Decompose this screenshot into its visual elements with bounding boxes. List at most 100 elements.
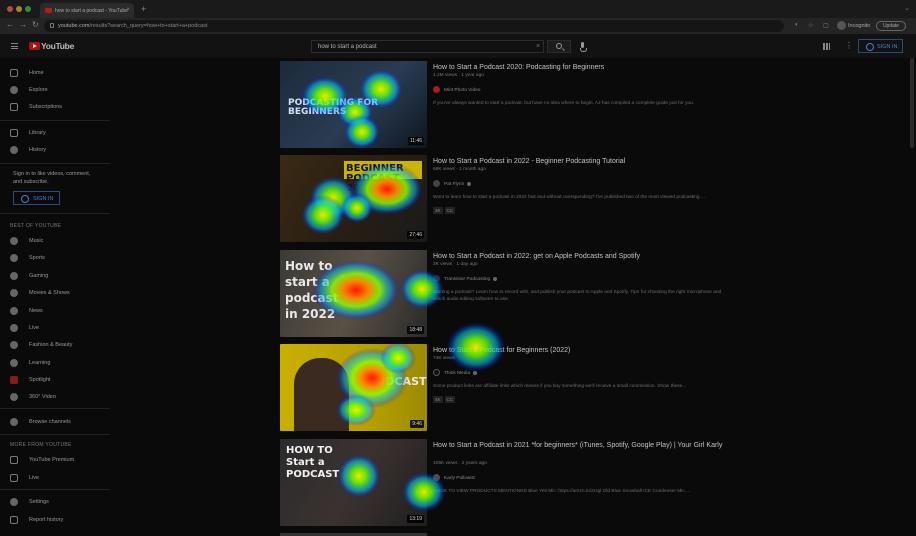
- search-input[interactable]: how to start a podcast: [311, 40, 544, 53]
- channel-link[interactable]: Pat Flynn: [433, 180, 472, 188]
- menu-icon[interactable]: [11, 43, 18, 49]
- update-button[interactable]: Update: [876, 21, 906, 31]
- sidebar-item-news[interactable]: News: [0, 304, 110, 318]
- sidebar-item-sports[interactable]: Sports: [0, 251, 110, 265]
- sidebar-item-label: Sports: [29, 255, 45, 261]
- sidebar-item-label: Learning: [29, 360, 51, 366]
- more-options-icon[interactable]: ⋮: [845, 41, 853, 50]
- library-icon: [10, 129, 18, 137]
- divider: [0, 120, 110, 121]
- video-title[interactable]: How to Start a Podcast for Beginners (20…: [433, 346, 733, 356]
- sidebar-item-report-history[interactable]: Report history: [0, 513, 110, 527]
- home-icon: [10, 69, 18, 77]
- sidebar-item-label: Movies & Shows: [29, 290, 70, 296]
- section-heading-best: BEST OF YOUTUBE: [10, 223, 62, 229]
- sidebar-item-label: Subscriptions: [29, 104, 63, 110]
- microphone-icon[interactable]: [580, 42, 587, 52]
- sign-in-prompt: Sign in to like videos, comment, and sub…: [13, 171, 91, 185]
- sidebar-item-label: Live: [29, 475, 40, 481]
- video-title[interactable]: How to Start a Podcast in 2022: get on A…: [433, 252, 733, 262]
- video-thumbnail[interactable]: HOW TO Start a PODCAST 13:19: [280, 439, 427, 526]
- youtube-logo-text[interactable]: YouTube: [41, 41, 74, 51]
- sidebar-item-premium[interactable]: YouTube Premium: [0, 453, 110, 467]
- browser-tab[interactable]: how to start a podcast - YouTube ×: [40, 3, 134, 18]
- 360-video-icon: [10, 393, 18, 401]
- tab-close-icon[interactable]: ×: [126, 7, 130, 13]
- channel-name: Transistor Podcasting: [444, 276, 491, 282]
- sidebar-item-360-video[interactable]: 360° Video: [0, 390, 110, 404]
- sidebar-item-subscriptions[interactable]: Subscriptions: [0, 100, 110, 114]
- sidebar-item-label: Settings: [29, 499, 49, 505]
- result-item[interactable]: PODCAST 9:46 How to Start a Podcast for …: [280, 341, 730, 433]
- sidebar-sign-in-button[interactable]: SIGN IN: [13, 191, 60, 205]
- video-thumbnail[interactable]: BEGINNER PODCAST 2022 27:46: [280, 155, 427, 242]
- divider: [0, 408, 110, 409]
- apps-grid-icon[interactable]: [823, 43, 830, 50]
- video-thumbnail[interactable]: How to start a podcast in 2022 18:48: [280, 250, 427, 337]
- video-title[interactable]: How to Start a Podcast 2020: Podcasting …: [433, 63, 733, 73]
- news-icon: [10, 307, 18, 315]
- video-title[interactable]: How to Start a Podcast in 2021 *for begi…: [433, 441, 733, 451]
- channel-link[interactable]: Mint Photo Video: [433, 86, 480, 94]
- sidebar-item-settings[interactable]: Settings: [0, 495, 110, 509]
- result-item[interactable]: [280, 530, 730, 536]
- sidebar-item-fashion[interactable]: Fashion & Beauty: [0, 338, 110, 352]
- page: how to start a podcast - YouTube × + ⌄ ←…: [0, 0, 916, 536]
- close-window-button[interactable]: [7, 6, 13, 12]
- channel-link[interactable]: Karly Pollowitz: [433, 474, 475, 482]
- reload-button[interactable]: ↻: [32, 20, 39, 29]
- youtube-logo-icon[interactable]: [29, 42, 40, 50]
- result-item[interactable]: How to start a podcast in 2022 18:48 How…: [280, 247, 730, 339]
- video-thumbnail[interactable]: PODCAST 9:46: [280, 344, 427, 431]
- lock-icon: [50, 23, 54, 28]
- minimize-window-button[interactable]: [16, 6, 22, 12]
- header-sign-in-button[interactable]: SIGN IN: [858, 39, 903, 53]
- clear-search-icon[interactable]: ×: [536, 43, 540, 50]
- channel-link[interactable]: Transistor Podcasting: [433, 275, 498, 283]
- result-item[interactable]: BEGINNER PODCAST 2022 27:46 How to Start…: [280, 152, 730, 244]
- search-button[interactable]: [547, 40, 571, 53]
- sidebar-item-library[interactable]: Library: [0, 126, 110, 140]
- new-tab-button[interactable]: +: [141, 4, 146, 14]
- video-thumbnail[interactable]: PODCASTING FOR BEGINNERS 11:46: [280, 61, 427, 148]
- sidebar-item-live-more[interactable]: Live: [0, 471, 110, 485]
- camera-off-icon[interactable]: ◐: [795, 22, 799, 28]
- sidebar-item-live[interactable]: Live: [0, 321, 110, 335]
- sidebar-item-gaming[interactable]: Gaming: [0, 269, 110, 283]
- forward-button[interactable]: →: [19, 20, 27, 29]
- back-button[interactable]: ←: [6, 20, 14, 29]
- thumbnail-text: How to start a podcast in 2022: [285, 259, 339, 321]
- chevron-down-icon[interactable]: ⌄: [904, 4, 910, 12]
- video-title[interactable]: How to Start a Podcast in 2022 - Beginne…: [433, 157, 733, 167]
- address-bar[interactable]: youtube.com/results?search_query=how+to+…: [44, 20, 784, 32]
- url-host: youtube.com: [58, 23, 90, 29]
- sidebar-item-label: History: [29, 147, 47, 153]
- badge: CC: [444, 396, 456, 403]
- tab-title: how to start a podcast - YouTube: [55, 8, 128, 14]
- channel-link[interactable]: Think Media: [433, 369, 478, 377]
- star-icon[interactable]: ☆: [808, 22, 813, 29]
- sidebar-item-music[interactable]: Music: [0, 234, 110, 248]
- sidebar-item-home[interactable]: Home: [0, 66, 110, 80]
- sidebar-item-label: Fashion & Beauty: [29, 342, 73, 348]
- sidebar-item-label: Report history: [29, 517, 64, 523]
- sidebar-item-history[interactable]: History: [0, 143, 110, 157]
- scrollbar[interactable]: [910, 58, 914, 148]
- sidebar-item-browse-channels[interactable]: Browse channels: [0, 415, 110, 429]
- sidebar-item-label: Live: [29, 325, 40, 331]
- sidebar-item-movies[interactable]: Movies & Shows: [0, 286, 110, 300]
- sidebar-item-learning[interactable]: Learning: [0, 356, 110, 370]
- live-icon: [10, 324, 18, 332]
- channel-name: Think Media: [444, 370, 471, 376]
- maximize-window-button[interactable]: [25, 6, 31, 12]
- sidebar-item-explore[interactable]: Explore: [0, 83, 110, 97]
- result-item[interactable]: PODCASTING FOR BEGINNERS 11:46 How to St…: [280, 58, 730, 150]
- sidebar-item-label: Home: [29, 70, 44, 76]
- result-item[interactable]: HOW TO Start a PODCAST 13:19 How to Star…: [280, 436, 730, 528]
- sidebar-item-spotlight[interactable]: Spotlight: [0, 373, 110, 387]
- live-icon: [10, 474, 18, 482]
- incognito-icon[interactable]: [837, 21, 846, 30]
- sidebar-panel-icon[interactable]: ▢: [823, 22, 829, 29]
- verified-icon: [473, 370, 478, 375]
- sidebar-item-label: Music: [29, 238, 44, 244]
